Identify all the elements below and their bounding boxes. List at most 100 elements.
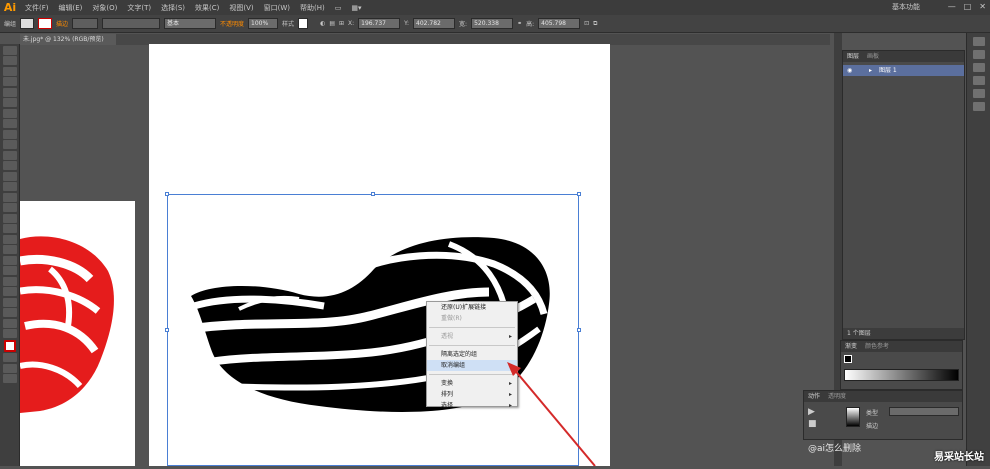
resize-handle-right[interactable] xyxy=(577,328,581,332)
free-transform-tool-icon[interactable] xyxy=(3,203,17,212)
tab-layers[interactable]: 图层 xyxy=(843,51,863,62)
symbols-panel-icon[interactable] xyxy=(973,76,985,85)
menu-object[interactable]: 对象(O) xyxy=(87,3,122,13)
swatches-panel-icon[interactable] xyxy=(973,50,985,59)
close-button[interactable]: ✕ xyxy=(979,2,986,11)
resize-handle-left[interactable] xyxy=(165,328,169,332)
resize-handle-tl[interactable] xyxy=(165,192,169,196)
scale-tool-icon[interactable] xyxy=(3,182,17,191)
slice-tool-icon[interactable] xyxy=(3,308,17,317)
screen-mode-icon[interactable] xyxy=(3,374,17,383)
gradient-swatch-icon[interactable] xyxy=(844,355,852,363)
blob-brush-tool-icon[interactable] xyxy=(3,151,17,160)
stroke-label[interactable]: 描边 xyxy=(56,19,68,28)
menu-view[interactable]: 视图(V) xyxy=(224,3,258,13)
transform-icon[interactable]: ⊡ xyxy=(584,20,589,27)
variable-width-profile[interactable] xyxy=(102,18,160,29)
magic-wand-tool-icon[interactable] xyxy=(3,67,17,76)
direct-selection-tool-icon[interactable] xyxy=(3,56,17,65)
workspace-switcher[interactable]: 基本功能 xyxy=(892,2,920,12)
ctx-transform[interactable]: 变换▸ xyxy=(427,378,517,389)
ctx-arrange[interactable]: 排列▸ xyxy=(427,389,517,400)
brush-definition-field[interactable]: 基本 xyxy=(164,18,216,29)
fill-stroke-swatch-icon[interactable] xyxy=(4,340,16,352)
drawing-mode-icon[interactable] xyxy=(3,364,17,373)
rotate-tool-icon[interactable] xyxy=(3,172,17,181)
arrange-documents-icon[interactable]: ▦▾ xyxy=(346,4,366,12)
minimize-button[interactable]: — xyxy=(948,2,956,11)
ctx-undo[interactable]: 还原(U)扩展链接 xyxy=(427,302,517,313)
eyedropper-tool-icon[interactable] xyxy=(3,256,17,265)
ctx-isolate-group[interactable]: 隔离选定的组 xyxy=(427,349,517,360)
ctx-perspective[interactable]: 透视▸ xyxy=(427,331,517,342)
maximize-button[interactable]: □ xyxy=(964,2,972,11)
ctx-ungroup[interactable]: 取消编组 xyxy=(427,360,517,371)
width-tool-icon[interactable] xyxy=(3,193,17,202)
blend-tool-icon[interactable] xyxy=(3,266,17,275)
perspective-grid-tool-icon[interactable] xyxy=(3,224,17,233)
stop-icon[interactable]: ■ xyxy=(808,419,817,429)
graphic-style-swatch[interactable] xyxy=(298,18,308,29)
pencil-tool-icon[interactable] xyxy=(3,140,17,149)
shape-builder-tool-icon[interactable] xyxy=(3,214,17,223)
document-tab[interactable]: 未.jpg* @ 132% (RGB/预览) xyxy=(20,34,116,45)
resize-handle-top[interactable] xyxy=(371,192,375,196)
appearance-panel-icon[interactable] xyxy=(973,102,985,111)
menu-help[interactable]: 帮助(H) xyxy=(295,3,330,13)
type-tool-icon[interactable] xyxy=(3,98,17,107)
mesh-tool-icon[interactable] xyxy=(3,235,17,244)
menu-window[interactable]: 窗口(W) xyxy=(259,3,295,13)
stroke-weight-field[interactable] xyxy=(72,18,98,29)
color-panel-icon[interactable] xyxy=(973,37,985,46)
eye-icon[interactable]: ◉ xyxy=(847,65,852,76)
brushes-panel-icon[interactable] xyxy=(973,63,985,72)
lasso-tool-icon[interactable] xyxy=(3,77,17,86)
h-field[interactable]: 405.798 xyxy=(538,18,580,29)
resize-handle-tr[interactable] xyxy=(577,192,581,196)
play-icon[interactable]: ▶ xyxy=(808,407,815,417)
reference-point-icon[interactable]: ⊞ xyxy=(339,20,344,27)
artboard-tool-icon[interactable] xyxy=(3,298,17,307)
opacity-field[interactable]: 100% xyxy=(248,18,278,29)
opacity-label[interactable]: 不透明度 xyxy=(220,19,244,28)
hand-tool-icon[interactable] xyxy=(3,319,17,328)
w-field[interactable]: 520.338 xyxy=(471,18,513,29)
tab-gradient[interactable]: 渐变 xyxy=(841,341,861,352)
paintbrush-tool-icon[interactable] xyxy=(3,130,17,139)
gradient-slider[interactable] xyxy=(844,369,959,381)
tab-actions[interactable]: 动作 xyxy=(804,391,824,402)
menu-effect[interactable]: 效果(C) xyxy=(190,3,224,13)
stroke-swatch[interactable] xyxy=(38,18,52,29)
selection-tool-icon[interactable] xyxy=(3,46,17,55)
tab-transparency[interactable]: 透明度 xyxy=(824,391,850,402)
tab-artboards[interactable]: 画板 xyxy=(863,51,883,62)
column-graph-tool-icon[interactable] xyxy=(3,287,17,296)
gradient-tool-icon[interactable] xyxy=(3,245,17,254)
type-dropdown[interactable] xyxy=(889,407,959,416)
stroke-panel-icon[interactable] xyxy=(973,89,985,98)
menu-select[interactable]: 选择(S) xyxy=(156,3,190,13)
zoom-tool-icon[interactable] xyxy=(3,329,17,338)
align-icon[interactable]: ▤ xyxy=(329,20,335,27)
isolate-icon[interactable]: ⧉ xyxy=(593,20,597,28)
fill-swatch[interactable] xyxy=(20,18,34,29)
recolor-icon[interactable]: ◐ xyxy=(320,20,325,27)
expand-arrow-icon[interactable]: ▸ xyxy=(869,65,872,76)
ctx-select[interactable]: 选择▸ xyxy=(427,400,517,411)
menu-type[interactable]: 文字(T) xyxy=(122,3,156,13)
eraser-tool-icon[interactable] xyxy=(3,161,17,170)
menu-edit[interactable]: 编辑(E) xyxy=(54,3,88,13)
swap-colors-icon[interactable] xyxy=(3,353,17,362)
ctx-redo[interactable]: 重做(R) xyxy=(427,313,517,324)
layer-row[interactable]: ◉ ▸ 图层 1 xyxy=(843,65,964,76)
link-icon[interactable]: ⚭ xyxy=(517,20,522,27)
tab-color-guide[interactable]: 颜色参考 xyxy=(861,341,893,352)
pen-tool-icon[interactable] xyxy=(3,88,17,97)
menu-file[interactable]: 文件(F) xyxy=(20,3,54,13)
y-field[interactable]: 402.782 xyxy=(413,18,455,29)
artboard-secondary[interactable] xyxy=(20,201,135,466)
line-tool-icon[interactable] xyxy=(3,109,17,118)
rectangle-tool-icon[interactable] xyxy=(3,119,17,128)
bridge-icon[interactable]: ▭ xyxy=(330,4,347,12)
x-field[interactable]: 196.737 xyxy=(358,18,400,29)
